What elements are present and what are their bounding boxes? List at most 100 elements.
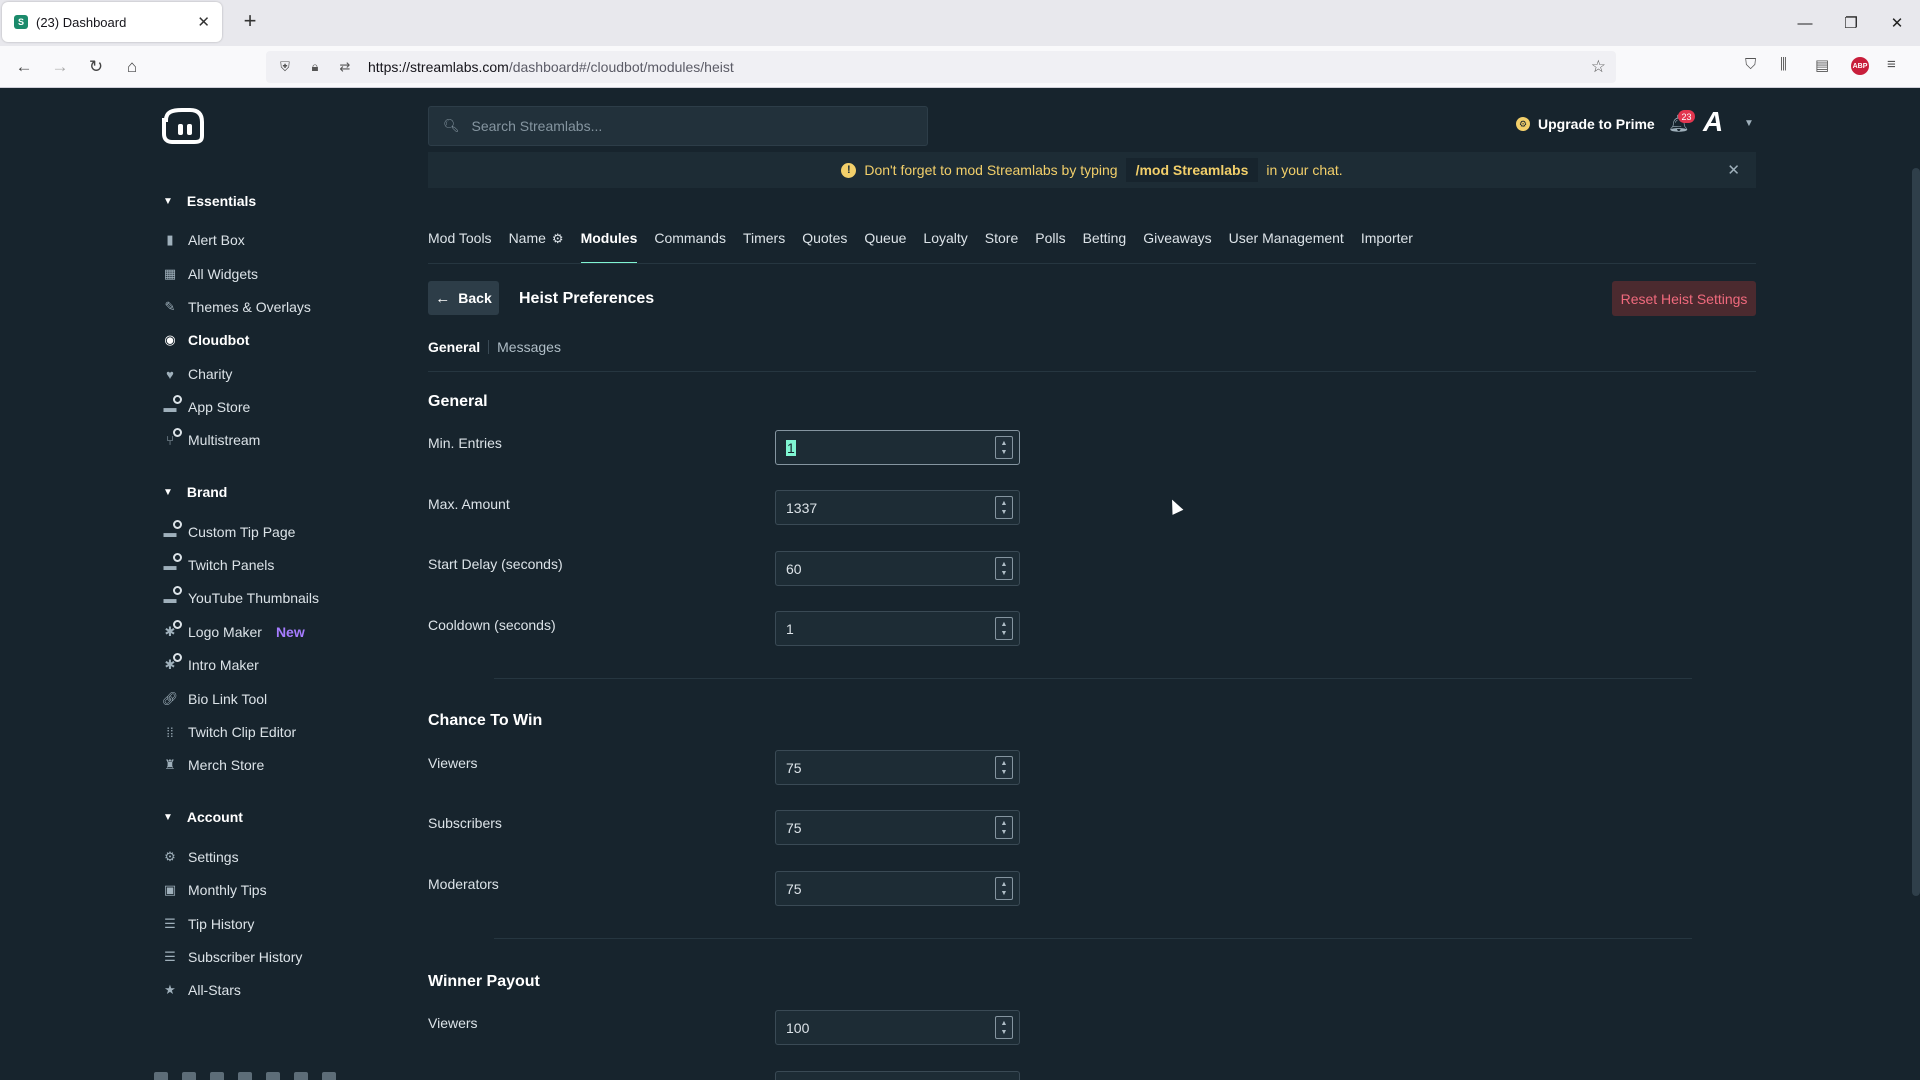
page-scrollbar[interactable] — [1912, 168, 1920, 896]
chevron-down-icon[interactable]: ▼ — [1744, 118, 1754, 129]
sidebar-item-monthly-tips[interactable]: ▣ Monthly Tips — [162, 880, 267, 900]
chance-viewers-input[interactable] — [776, 759, 995, 776]
payout-viewers-input[interactable] — [776, 1019, 995, 1036]
new-tab-icon[interactable]: + — [236, 8, 264, 36]
tab-polls[interactable]: Polls — [1035, 228, 1065, 264]
sidebar-item-tip-history[interactable]: ☰ Tip History — [162, 914, 254, 934]
minimize-icon[interactable]: — — [1782, 0, 1828, 46]
sidebar-item-twitch-panels[interactable]: ▬ Twitch Panels — [162, 553, 274, 575]
sidebar-item-youtube-thumbnails[interactable]: ▬ YouTube Thumbnails — [162, 586, 319, 608]
sidebar-item-intro-maker[interactable]: ✱ Intro Maker — [162, 653, 259, 675]
stepper-icon[interactable]: ▲ ▼ — [995, 617, 1013, 640]
tab-label: Store — [984, 230, 1019, 246]
address-bar[interactable]: ⛨ 🔒︎ ⇄ https://streamlabs.com/dashboard#… — [266, 51, 1616, 83]
sidebar-item-merch-store[interactable]: ♜ Merch Store — [162, 755, 264, 775]
close-window-icon[interactable]: ✕ — [1874, 0, 1920, 46]
tab-quotes[interactable]: Quotes — [802, 228, 847, 264]
streamlabs-logo-icon[interactable] — [162, 108, 204, 144]
close-tab-icon[interactable]: ✕ — [197, 13, 210, 31]
menu-icon[interactable]: ≡ — [1887, 56, 1896, 73]
chance-subscribers-input[interactable] — [776, 819, 995, 836]
browser-tab[interactable]: S (23) Dashboard ✕ — [2, 2, 222, 42]
tab-store[interactable]: Store — [985, 228, 1018, 264]
section-label: Account — [186, 809, 243, 825]
sidebar-item-app-store[interactable]: ▬ App Store — [162, 395, 250, 417]
blog-icon[interactable] — [294, 1072, 308, 1080]
sidebar-item-all-stars[interactable]: ★ All-Stars — [162, 980, 241, 1000]
tab-importer[interactable]: Importer — [1361, 228, 1413, 264]
tabs-divider — [428, 263, 1756, 264]
home-icon[interactable]: ⌂ — [118, 54, 146, 80]
avatar[interactable]: A — [1703, 107, 1733, 137]
sidebar-item-bio-link-tool[interactable]: 🔗︎ Bio Link Tool — [162, 689, 267, 709]
pocket-icon[interactable]: ⛉ — [1745, 56, 1756, 73]
sidebar-item-subscriber-history[interactable]: ☰ Subscriber History — [162, 947, 302, 967]
chance-moderators-input[interactable] — [776, 880, 995, 897]
brush-icon: ✎ — [164, 299, 176, 314]
lock-icon[interactable]: 🔒︎ — [304, 59, 326, 75]
youtube-icon[interactable] — [182, 1072, 196, 1080]
tab-giveaways[interactable]: Giveaways — [1143, 228, 1211, 264]
stepper-icon[interactable]: ▲ ▼ — [995, 756, 1013, 779]
stepper-icon[interactable]: ▲ ▼ — [995, 877, 1013, 900]
sidebar-item-twitch-clip-editor[interactable]: ⁞⁞ Twitch Clip Editor — [162, 722, 296, 742]
permissions-icon[interactable]: ⇄ — [334, 59, 356, 75]
stepper-icon[interactable]: ▲ ▼ — [995, 1016, 1013, 1039]
twitter-icon[interactable] — [154, 1072, 168, 1080]
payout-subscribers-field[interactable] — [775, 1071, 1020, 1080]
max-amount-input[interactable] — [776, 499, 995, 516]
mail-icon[interactable] — [322, 1072, 336, 1080]
stepper-icon[interactable]: ▲ ▼ — [995, 816, 1013, 839]
adblock-icon[interactable]: ABP — [1851, 57, 1869, 75]
reset-heist-settings-button[interactable]: Reset Heist Settings — [1612, 281, 1756, 316]
caret-down-icon: ▼ — [163, 195, 173, 207]
restore-icon[interactable]: ❐ — [1828, 0, 1874, 46]
bookmark-star-icon[interactable]: ☆ — [1591, 57, 1606, 77]
sidebar-item-label: Settings — [188, 849, 239, 865]
forward-arrow-icon[interactable]: → — [46, 54, 74, 80]
sidebar-section-account[interactable]: ▼ Account — [163, 809, 243, 825]
start-delay-input[interactable] — [776, 560, 995, 577]
stepper-icon[interactable]: ▲ ▼ — [995, 496, 1013, 519]
sidebar-section-brand[interactable]: ▼ Brand — [163, 484, 227, 500]
tab-queue[interactable]: Queue — [864, 228, 906, 264]
close-icon[interactable]: ✕ — [1727, 161, 1740, 179]
sidebar-item-themes-overlays[interactable]: ✎ Themes & Overlays — [162, 297, 311, 317]
back-arrow-icon[interactable]: ← — [10, 54, 38, 80]
sidebar-item-all-widgets[interactable]: ▦ All Widgets — [162, 264, 258, 284]
sidebar-section-essentials[interactable]: ▼ Essentials — [163, 193, 256, 209]
tab-user-management[interactable]: User Management — [1229, 228, 1344, 264]
subtab-messages[interactable]: Messages — [497, 339, 561, 355]
tiktok-icon[interactable] — [238, 1072, 252, 1080]
instagram-icon[interactable] — [210, 1072, 224, 1080]
discord-icon[interactable] — [266, 1072, 280, 1080]
tab-loyalty[interactable]: Loyalty — [923, 228, 967, 264]
gear-icon[interactable]: ⚙ — [552, 231, 564, 246]
sidebar-item-multistream[interactable]: ⑂ Multistream — [162, 428, 260, 450]
sidebar-item-cloudbot[interactable]: ◉ Cloudbot — [162, 330, 249, 350]
stepper-icon[interactable]: ▲ ▼ — [995, 436, 1013, 459]
stepper-icon[interactable]: ▲ ▼ — [995, 557, 1013, 580]
upgrade-prime-button[interactable]: ⚙ Upgrade to Prime — [1516, 116, 1655, 132]
tab-timers[interactable]: Timers — [743, 228, 785, 264]
search-input[interactable] — [471, 118, 872, 134]
sidebar-item-charity[interactable]: ♥ Charity — [162, 364, 232, 384]
sidebar-item-custom-tip-page[interactable]: ▬ Custom Tip Page — [162, 520, 295, 542]
sidebar-toggle-icon[interactable]: ▤ — [1815, 56, 1829, 74]
reload-icon[interactable]: ↻ — [82, 54, 110, 80]
tab-mod-tools[interactable]: Mod Tools — [428, 228, 492, 264]
sidebar-item-settings[interactable]: ⚙ Settings — [162, 847, 239, 867]
tab-commands[interactable]: Commands — [654, 228, 726, 264]
back-button[interactable]: ← Back — [428, 281, 499, 315]
library-icon[interactable]: ⫼ — [1780, 56, 1787, 73]
tab-name[interactable]: Name ⚙ — [509, 228, 564, 264]
cooldown-input[interactable] — [776, 620, 995, 637]
min-entries-input[interactable]: 1 — [786, 439, 796, 456]
tab-modules[interactable]: Modules — [580, 228, 637, 264]
url-text[interactable]: https://streamlabs.com/dashboard#/cloudb… — [368, 59, 734, 75]
subtab-general[interactable]: General — [428, 339, 480, 355]
sidebar-item-logo-maker[interactable]: ✱ Logo Maker New — [162, 620, 305, 642]
tab-betting[interactable]: Betting — [1083, 228, 1127, 264]
shield-icon[interactable]: ⛨ — [274, 59, 296, 75]
sidebar-item-alert-box[interactable]: ▮ Alert Box — [162, 230, 244, 250]
